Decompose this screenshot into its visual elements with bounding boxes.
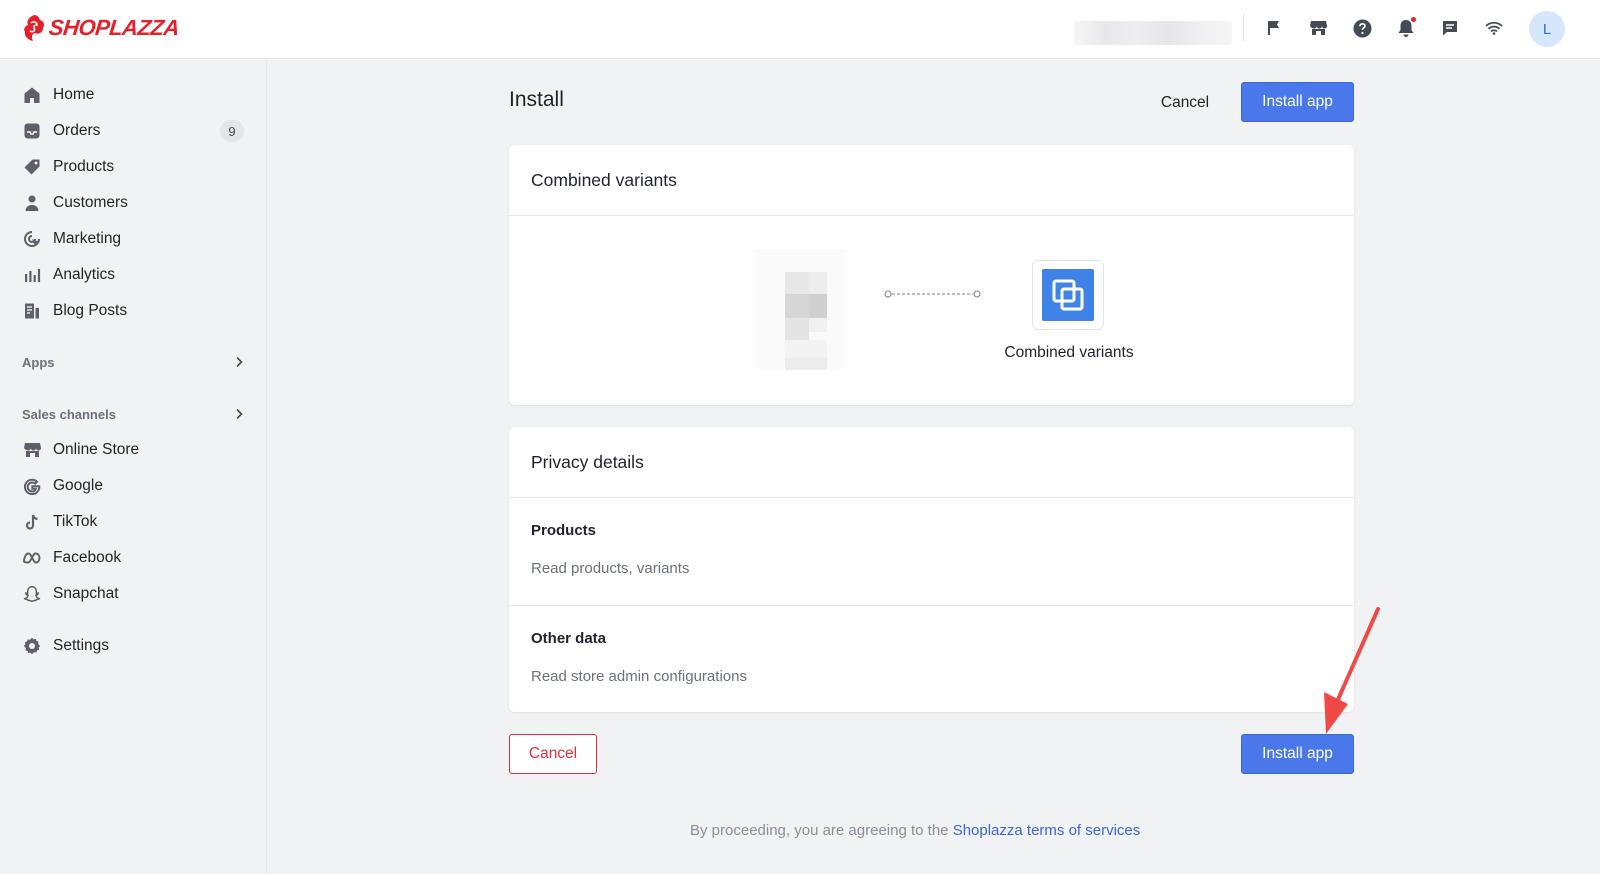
sidebar-item-facebook[interactable]: Facebook bbox=[22, 543, 244, 573]
app-card-title: Combined variants bbox=[509, 145, 1354, 216]
sidebar-item-label: TikTok bbox=[53, 513, 98, 530]
sidebar-item-customers[interactable]: Customers bbox=[22, 188, 244, 218]
header-cancel-button[interactable]: Cancel bbox=[1150, 90, 1220, 116]
chevron-right-icon bbox=[236, 408, 243, 420]
app-connection-card: Combined variants Combined variants bbox=[509, 145, 1354, 405]
shoplazza-logo-mark-icon bbox=[24, 15, 44, 41]
store-name[interactable] bbox=[1074, 21, 1232, 45]
tag-icon bbox=[22, 157, 42, 177]
store-icon bbox=[22, 440, 42, 460]
terms-notice: By proceeding, you are agreeing to the S… bbox=[690, 822, 1140, 839]
connection-line-icon bbox=[884, 290, 981, 298]
bar-chart-icon bbox=[22, 265, 42, 285]
footer-install-app-button[interactable]: Install app bbox=[1241, 734, 1354, 774]
sidebar-item-products[interactable]: Products bbox=[22, 152, 244, 182]
terms-prefix: By proceeding, you are agreeing to the bbox=[690, 822, 949, 839]
sidebar-item-snapchat[interactable]: Snapchat bbox=[22, 579, 244, 609]
person-icon bbox=[22, 193, 42, 213]
avatar[interactable]: L bbox=[1529, 11, 1565, 47]
sidebar: Home Orders 9 Products Customers Marketi… bbox=[0, 60, 267, 874]
sidebar-item-tiktok[interactable]: TikTok bbox=[22, 507, 244, 537]
sidebar-item-label: Facebook bbox=[53, 549, 122, 566]
annotation-arrow-icon bbox=[1324, 607, 1380, 734]
apps-section-label: Apps bbox=[22, 354, 55, 370]
shoplazza-logo[interactable]: SHOPLAZZA bbox=[22, 14, 181, 42]
store-logo bbox=[755, 249, 845, 370]
combined-variants-app-icon bbox=[1042, 269, 1094, 321]
bell-icon[interactable] bbox=[1394, 16, 1418, 40]
app-icon-frame bbox=[1032, 260, 1104, 330]
store-icon[interactable] bbox=[1306, 16, 1330, 40]
sidebar-item-label: Marketing bbox=[53, 230, 122, 247]
chat-icon[interactable] bbox=[1438, 16, 1462, 40]
sidebar-item-google[interactable]: Google bbox=[22, 471, 244, 501]
sidebar-item-online-store[interactable]: Online Store bbox=[22, 435, 244, 465]
privacy-section-title: Other data bbox=[531, 630, 607, 647]
chevron-right-icon bbox=[236, 356, 243, 368]
sidebar-item-home[interactable]: Home bbox=[22, 80, 244, 110]
sidebar-item-label: Online Store bbox=[53, 441, 140, 458]
tiktok-icon bbox=[22, 512, 42, 532]
orders-count-badge: 9 bbox=[220, 120, 244, 142]
connection-area: Combined variants bbox=[509, 216, 1354, 404]
sidebar-item-blog-posts[interactable]: Blog Posts bbox=[22, 296, 244, 326]
meta-icon bbox=[22, 548, 42, 568]
topbar-divider bbox=[1243, 13, 1244, 41]
privacy-card-title: Privacy details bbox=[509, 427, 1354, 498]
sales-channels-section-toggle[interactable]: Sales channels bbox=[22, 403, 244, 425]
privacy-section-description: Read store admin configurations bbox=[531, 668, 747, 685]
page-title: Install bbox=[509, 88, 564, 111]
privacy-details-card: Privacy details Products Read products, … bbox=[509, 427, 1354, 712]
help-icon[interactable] bbox=[1350, 16, 1374, 40]
notification-dot bbox=[1411, 17, 1416, 22]
wifi-icon[interactable] bbox=[1482, 16, 1506, 40]
sidebar-item-analytics[interactable]: Analytics bbox=[22, 260, 244, 290]
sidebar-item-label: Google bbox=[53, 477, 103, 494]
privacy-section-products: Products Read products, variants bbox=[509, 498, 1354, 605]
sidebar-item-label: Analytics bbox=[53, 266, 116, 283]
sidebar-item-label: Customers bbox=[53, 194, 128, 211]
sidebar-item-orders[interactable]: Orders 9 bbox=[22, 116, 244, 146]
privacy-section-title: Products bbox=[531, 522, 597, 539]
terms-link[interactable]: Shoplazza terms of services bbox=[953, 822, 1141, 839]
blog-icon bbox=[22, 301, 42, 321]
header-install-app-button[interactable]: Install app bbox=[1241, 82, 1354, 122]
sidebar-item-label: Products bbox=[53, 158, 115, 175]
sidebar-item-label: Orders bbox=[53, 122, 101, 139]
brand-name: SHOPLAZZA bbox=[47, 15, 181, 40]
home-icon bbox=[22, 85, 42, 105]
sidebar-item-settings[interactable]: Settings bbox=[22, 631, 244, 661]
apps-section-toggle[interactable]: Apps bbox=[22, 351, 244, 373]
gear-icon bbox=[22, 636, 42, 656]
privacy-section-other-data: Other data Read store admin configuratio… bbox=[509, 605, 1354, 712]
sidebar-item-label: Home bbox=[53, 86, 95, 103]
inbox-icon bbox=[22, 121, 42, 141]
privacy-section-description: Read products, variants bbox=[531, 560, 690, 577]
sales-channels-section-label: Sales channels bbox=[22, 406, 116, 422]
sidebar-item-label: Settings bbox=[53, 637, 110, 654]
marketing-icon bbox=[22, 229, 42, 249]
app-name: Combined variants bbox=[1004, 344, 1134, 361]
footer-cancel-button[interactable]: Cancel bbox=[509, 734, 597, 774]
sidebar-item-label: Blog Posts bbox=[53, 302, 128, 319]
top-bar: SHOPLAZZA L bbox=[0, 0, 1600, 59]
snapchat-icon bbox=[22, 584, 42, 604]
sidebar-item-label: Snapchat bbox=[53, 585, 119, 602]
flag-icon[interactable] bbox=[1262, 16, 1286, 40]
google-icon bbox=[22, 476, 42, 496]
sidebar-item-marketing[interactable]: Marketing bbox=[22, 224, 244, 254]
